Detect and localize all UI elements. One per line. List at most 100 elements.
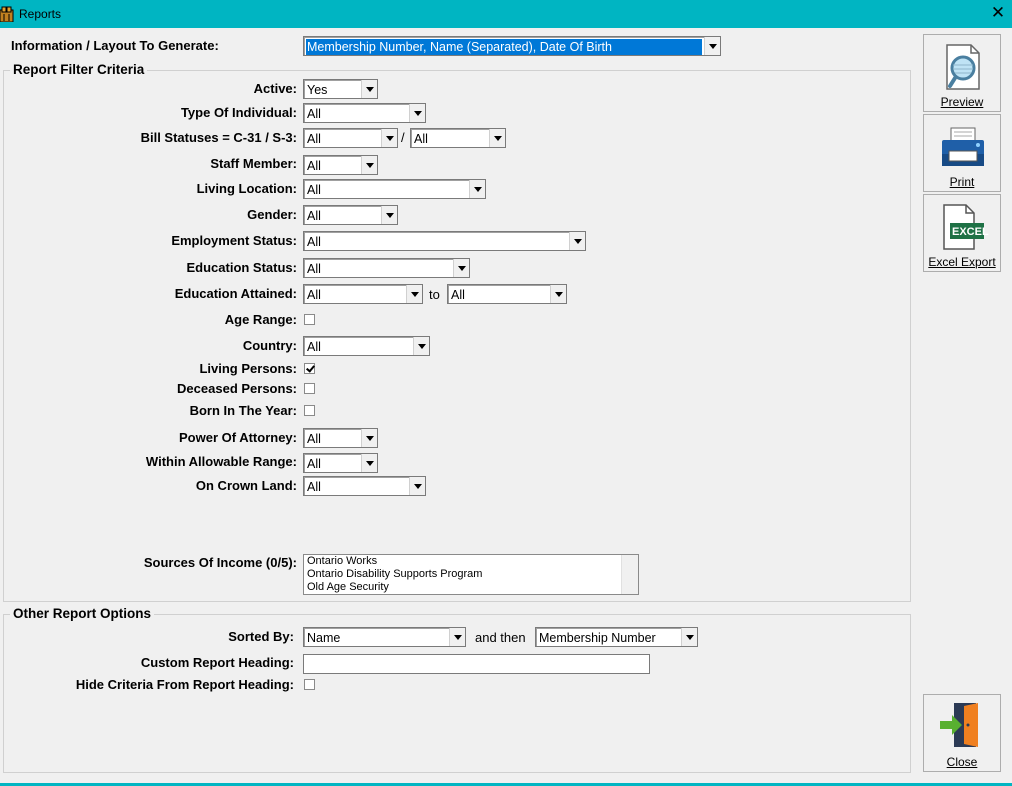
education-status-label: Education Status: — [186, 260, 297, 275]
employment-status-value: All — [307, 235, 321, 249]
close-button[interactable]: Close — [923, 694, 1001, 772]
gender-value: All — [307, 209, 321, 223]
sources-of-income-label: Sources Of Income (0/5): — [143, 555, 297, 570]
chevron-down-icon[interactable] — [413, 337, 429, 355]
education-status-select[interactable]: All — [303, 258, 470, 278]
chevron-down-icon[interactable] — [449, 628, 465, 646]
excel-export-button[interactable]: EXCEL Excel Export — [923, 194, 1001, 272]
employment-status-label: Employment Status: — [171, 233, 297, 248]
living-persons-label: Living Persons: — [199, 361, 297, 376]
living-location-label: Living Location: — [196, 181, 297, 196]
chevron-down-icon[interactable] — [381, 129, 397, 147]
hide-criteria-checkbox[interactable] — [304, 679, 315, 690]
close-label: Close — [946, 755, 978, 769]
custom-heading-input[interactable] — [303, 654, 650, 674]
deceased-persons-checkbox[interactable] — [304, 383, 315, 394]
list-item[interactable]: Ontario Disability Supports Program — [304, 568, 638, 581]
chevron-down-icon[interactable] — [469, 180, 485, 198]
preview-label: Preview — [940, 95, 984, 109]
group-legend: Report Filter Criteria — [10, 62, 148, 77]
title-bar: Reports ✕ — [0, 0, 1012, 28]
list-item[interactable]: Old Age Security — [304, 581, 638, 594]
chevron-down-icon[interactable] — [361, 454, 377, 472]
education-attained-to-select[interactable]: All — [447, 284, 567, 304]
on-crown-land-value: All — [307, 480, 321, 494]
chevron-down-icon[interactable] — [550, 285, 566, 303]
education-attained-to-label: to — [429, 287, 440, 302]
education-attained-from-value: All — [307, 288, 321, 302]
sorted-by-value: Name — [307, 631, 341, 645]
type-of-individual-value: All — [307, 107, 321, 121]
chevron-down-icon[interactable] — [361, 80, 377, 98]
born-in-year-checkbox[interactable] — [304, 405, 315, 416]
list-scrollbar[interactable] — [621, 555, 638, 594]
employment-status-select[interactable]: All — [303, 231, 586, 251]
within-allowable-range-select[interactable]: All — [303, 453, 378, 473]
then-sort-value: Membership Number — [539, 631, 656, 645]
custom-heading-label: Custom Report Heading: — [140, 655, 294, 670]
chevron-down-icon[interactable] — [381, 206, 397, 224]
excel-export-label: Excel Export — [928, 255, 996, 269]
bill-status-s3-value: All — [414, 132, 428, 146]
country-select[interactable]: All — [303, 336, 430, 356]
living-persons-checkbox[interactable] — [304, 363, 315, 374]
excel-badge: EXCEL — [952, 226, 989, 238]
power-of-attorney-value: All — [307, 432, 321, 446]
exit-door-icon — [940, 703, 978, 747]
country-value: All — [307, 340, 321, 354]
chevron-down-icon[interactable] — [569, 232, 585, 250]
sorted-by-select[interactable]: Name — [303, 627, 466, 647]
age-range-label: Age Range: — [224, 312, 297, 327]
age-range-checkbox[interactable] — [304, 314, 315, 325]
bill-status-separator: / — [401, 130, 405, 145]
report-filter-criteria-group: Report Filter Criteria — [3, 62, 911, 602]
living-location-select[interactable]: All — [303, 179, 486, 199]
chevron-down-icon[interactable] — [489, 129, 505, 147]
active-select[interactable]: Yes — [303, 79, 378, 99]
chevron-down-icon[interactable] — [453, 259, 469, 277]
print-button[interactable]: Print — [923, 114, 1001, 192]
list-item[interactable]: Ontario Works — [304, 555, 638, 568]
chevron-down-icon[interactable] — [361, 429, 377, 447]
close-window-button[interactable]: ✕ — [989, 3, 1007, 23]
bill-status-c31-select[interactable]: All — [303, 128, 398, 148]
staff-member-value: All — [307, 159, 321, 173]
education-attained-from-select[interactable]: All — [303, 284, 423, 304]
app-icon — [0, 6, 14, 22]
gender-select[interactable]: All — [303, 205, 398, 225]
education-status-value: All — [307, 262, 321, 276]
deceased-persons-label: Deceased Persons: — [177, 381, 297, 396]
chevron-down-icon[interactable] — [704, 37, 720, 55]
type-of-individual-label: Type Of Individual: — [180, 105, 297, 120]
on-crown-land-select[interactable]: All — [303, 476, 426, 496]
layout-select[interactable]: Membership Number, Name (Separated), Dat… — [303, 36, 721, 56]
bill-statuses-label: Bill Statuses = C-31 / S-3: — [140, 130, 297, 145]
education-attained-label: Education Attained: — [174, 286, 297, 301]
and-then-label: and then — [475, 630, 526, 645]
living-location-value: All — [307, 183, 321, 197]
preview-button[interactable]: Preview — [923, 34, 1001, 112]
then-sort-select[interactable]: Membership Number — [535, 627, 698, 647]
group-legend: Other Report Options — [10, 606, 154, 621]
sources-of-income-list[interactable]: Ontario Works Ontario Disability Support… — [303, 554, 639, 595]
power-of-attorney-label: Power Of Attorney: — [179, 430, 297, 445]
chevron-down-icon[interactable] — [409, 477, 425, 495]
education-attained-to-value: All — [451, 288, 465, 302]
chevron-down-icon[interactable] — [409, 104, 425, 122]
type-of-individual-select[interactable]: All — [303, 103, 426, 123]
power-of-attorney-select[interactable]: All — [303, 428, 378, 448]
print-label: Print — [949, 175, 975, 189]
layout-select-value: Membership Number, Name (Separated), Dat… — [306, 39, 702, 55]
window-title: Reports — [19, 7, 62, 21]
hide-criteria-label: Hide Criteria From Report Heading: — [75, 677, 294, 692]
staff-member-select[interactable]: All — [303, 155, 378, 175]
layout-label: Information / Layout To Generate: — [11, 38, 219, 53]
bill-status-c31-value: All — [307, 132, 321, 146]
chevron-down-icon[interactable] — [681, 628, 697, 646]
gender-label: Gender: — [247, 207, 297, 222]
bill-status-s3-select[interactable]: All — [410, 128, 506, 148]
within-allowable-range-label: Within Allowable Range: — [145, 454, 297, 469]
chevron-down-icon[interactable] — [361, 156, 377, 174]
staff-member-label: Staff Member: — [210, 156, 297, 171]
chevron-down-icon[interactable] — [406, 285, 422, 303]
